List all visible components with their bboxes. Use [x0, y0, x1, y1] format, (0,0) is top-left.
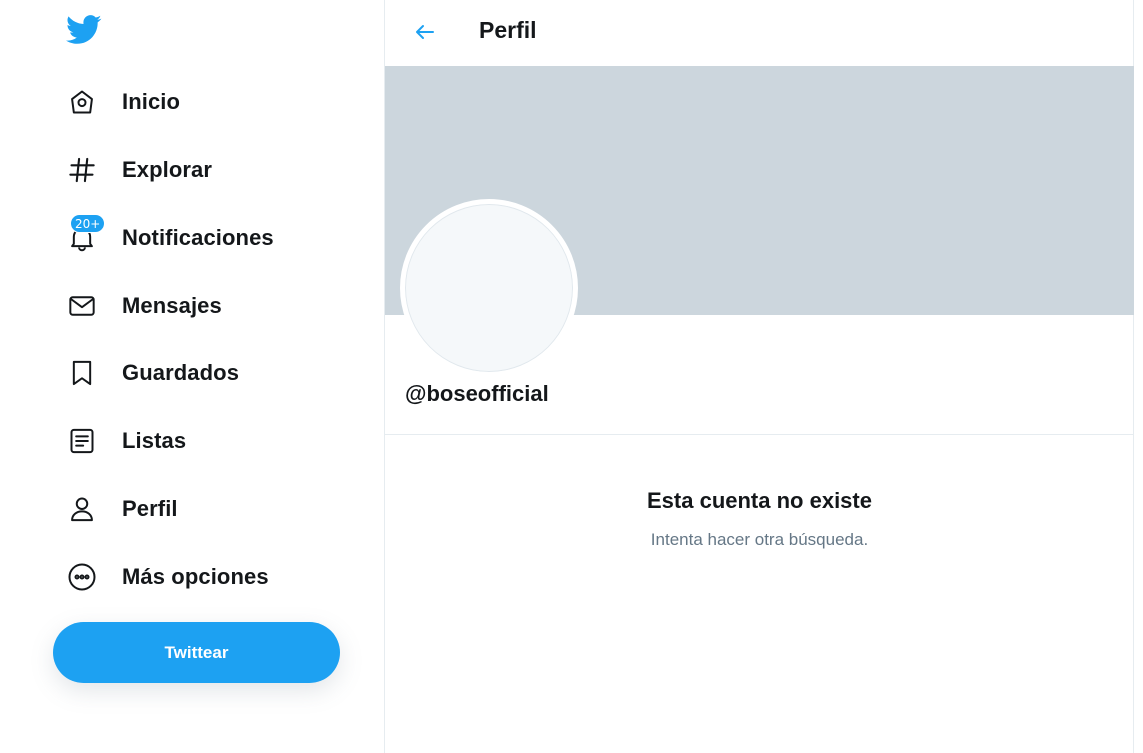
sidebar-item-label: Explorar — [122, 157, 213, 182]
empty-state-subtitle: Intenta hacer otra búsqueda. — [650, 530, 869, 549]
main-column: Perfil @boseofficial Esta cuenta no exis… — [385, 0, 1134, 753]
back-button[interactable] — [409, 16, 441, 48]
sidebar-item-label: Guardados — [122, 360, 240, 385]
sidebar-item-label: Mensajes — [122, 293, 222, 318]
page-header: Perfil — [385, 0, 1134, 66]
sidebar-item-notificaciones[interactable]: 20+ Notificaciones — [60, 213, 284, 263]
twitter-logo-icon[interactable] — [66, 14, 102, 46]
sidebar-item-label: Notificaciones — [122, 225, 274, 250]
notification-badge: 20+ — [70, 214, 106, 233]
empty-state-title: Esta cuenta no existe — [647, 488, 872, 513]
profile-handle: @boseofficial — [405, 381, 549, 406]
avatar — [400, 199, 578, 377]
sidebar-item-label: Más opciones — [122, 564, 269, 589]
arrow-left-icon — [416, 25, 434, 39]
sidebar-item-listas[interactable]: Listas — [60, 416, 196, 466]
sidebar-item-inicio[interactable]: Inicio — [60, 77, 190, 127]
list-icon — [66, 425, 98, 457]
envelope-icon — [66, 290, 98, 322]
person-icon — [66, 493, 98, 525]
sidebar-item-mensajes[interactable]: Mensajes — [60, 281, 232, 331]
home-icon — [66, 86, 98, 118]
sidebar-item-guardados[interactable]: Guardados — [60, 348, 249, 398]
sidebar-item-label: Listas — [122, 428, 187, 453]
sidebar-item-explorar[interactable]: Explorar — [60, 145, 222, 195]
sidebar-item-label: Inicio — [122, 89, 181, 114]
bookmark-icon — [66, 357, 98, 389]
sidebar-item-label: Perfil — [122, 496, 178, 521]
page-title: Perfil — [479, 17, 537, 43]
sidebar: Inicio Explorar 20+ Notificaciones Mensa… — [0, 0, 385, 753]
divider — [385, 434, 1134, 435]
hashtag-icon — [66, 154, 98, 186]
sidebar-item-perfil[interactable]: Perfil — [60, 484, 188, 534]
more-circle-icon — [66, 561, 98, 593]
sidebar-item-mas-opciones[interactable]: Más opciones — [60, 552, 279, 602]
tweet-button[interactable]: Twittear — [53, 622, 340, 683]
bell-icon: 20+ — [66, 214, 106, 254]
